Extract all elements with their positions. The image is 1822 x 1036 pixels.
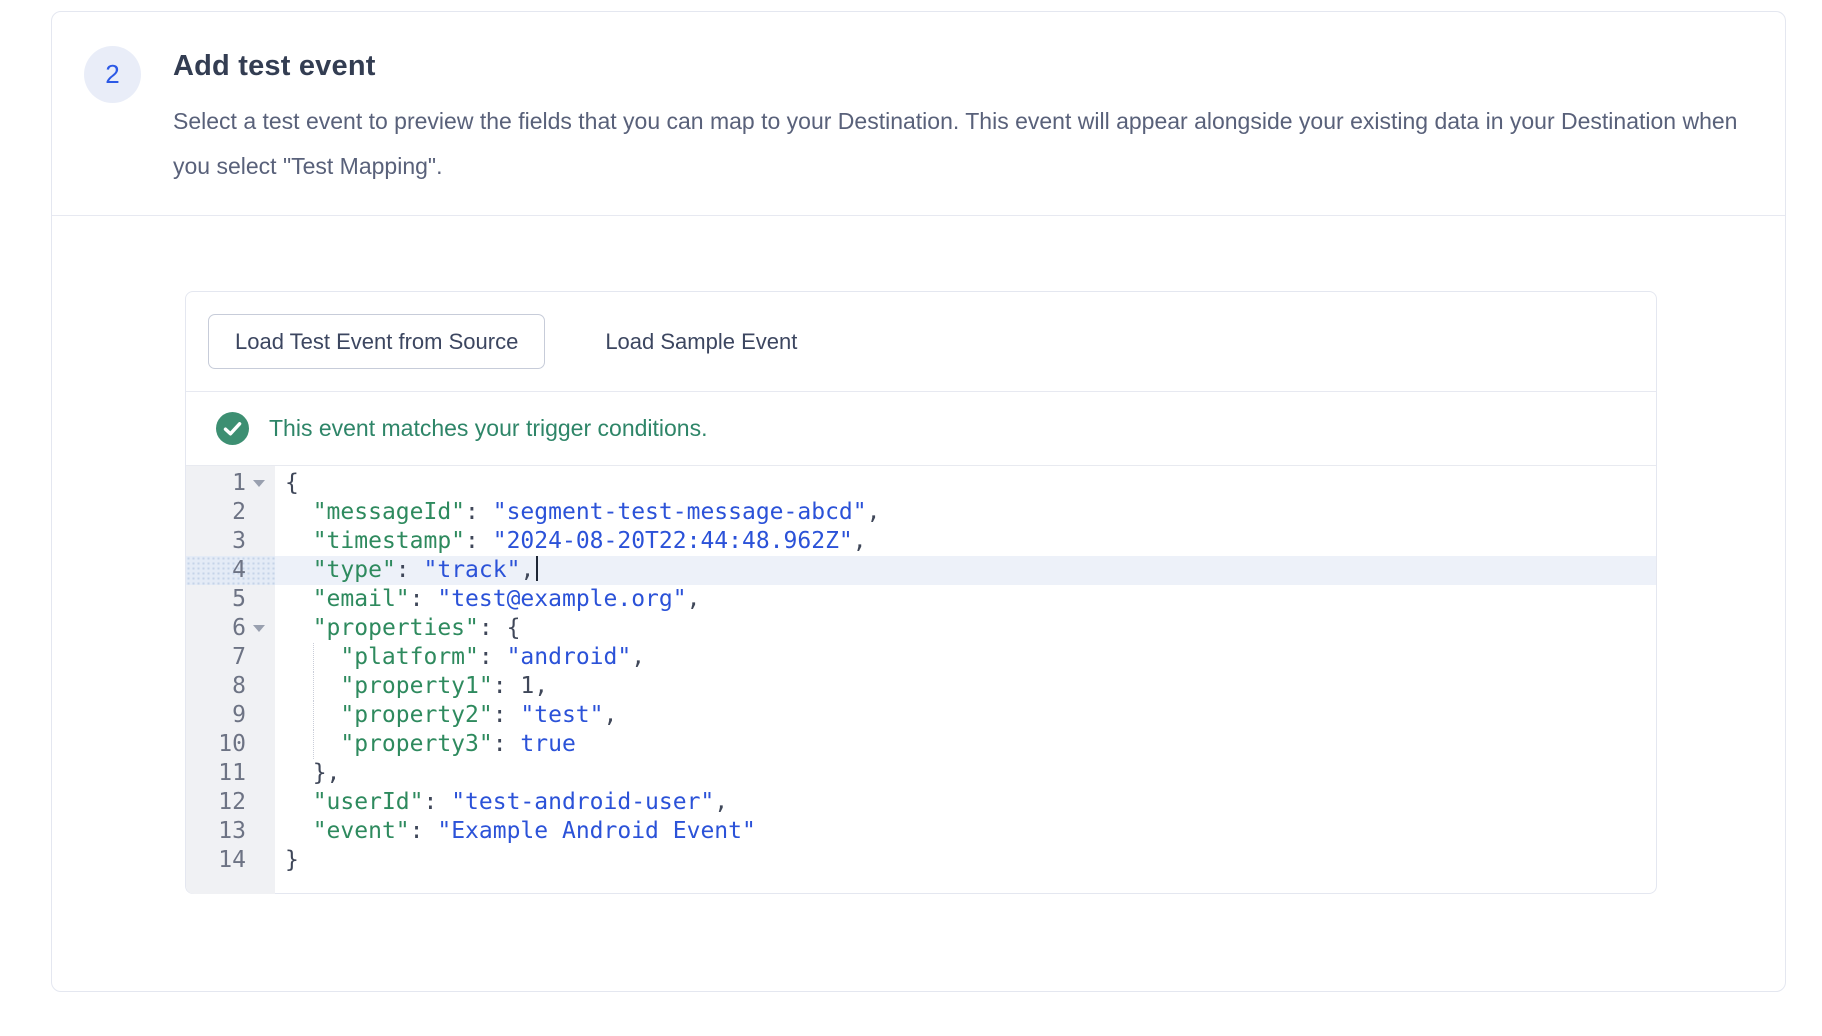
- code-line[interactable]: 3 "timestamp": "2024-08-20T22:44:48.962Z…: [186, 527, 1656, 556]
- gutter-cell: 4: [186, 556, 275, 585]
- caret-slot: [246, 701, 275, 730]
- gutter-cell: 8: [186, 672, 275, 701]
- caret-slot: [246, 527, 275, 556]
- caret-slot: [246, 614, 275, 643]
- line-number: 14: [186, 846, 246, 875]
- gutter-cell: 2: [186, 498, 275, 527]
- line-number: 13: [186, 817, 246, 846]
- code-lines: 1{2 "messageId": "segment-test-message-a…: [186, 466, 1656, 875]
- code-text: },: [275, 759, 1656, 788]
- line-number: 7: [186, 643, 246, 672]
- code-text: }: [275, 846, 1656, 875]
- caret-slot: [246, 643, 275, 672]
- line-number: 11: [186, 759, 246, 788]
- line-number: 2: [186, 498, 246, 527]
- indent-guide: [313, 643, 314, 672]
- line-number: 4: [186, 556, 246, 585]
- trigger-status-row: This event matches your trigger conditio…: [186, 392, 1656, 465]
- code-line[interactable]: 6 "properties": {: [186, 614, 1656, 643]
- indent-guide: [313, 701, 314, 730]
- check-circle-icon: [216, 412, 249, 445]
- code-line[interactable]: 9 "property2": "test",: [186, 701, 1656, 730]
- gutter-cell: 12: [186, 788, 275, 817]
- code-line[interactable]: 1{: [186, 469, 1656, 498]
- step-number-badge: 2: [84, 46, 141, 103]
- line-number: 1: [186, 469, 246, 498]
- code-text: "messageId": "segment-test-message-abcd"…: [275, 498, 1656, 527]
- code-line[interactable]: 2 "messageId": "segment-test-message-abc…: [186, 498, 1656, 527]
- caret-slot: [246, 730, 275, 759]
- gutter-cell: 11: [186, 759, 275, 788]
- step-header-text: Add test event Select a test event to pr…: [173, 42, 1739, 189]
- code-text: "platform": "android",: [275, 643, 1656, 672]
- code-text: "timestamp": "2024-08-20T22:44:48.962Z",: [275, 527, 1656, 556]
- caret-slot: [246, 817, 275, 846]
- line-number: 5: [186, 585, 246, 614]
- code-text: "property1": 1,: [275, 672, 1656, 701]
- step-description: Select a test event to preview the field…: [173, 99, 1739, 189]
- line-number: 3: [186, 527, 246, 556]
- code-text: "properties": {: [275, 614, 1656, 643]
- caret-slot: [246, 469, 275, 498]
- trigger-match-message: This event matches your trigger conditio…: [269, 415, 707, 442]
- line-number: 9: [186, 701, 246, 730]
- code-text: "property3": true: [275, 730, 1656, 759]
- code-line[interactable]: 4 "type": "track",: [186, 556, 1656, 585]
- gutter-cell: 6: [186, 614, 275, 643]
- gutter-cell: 10: [186, 730, 275, 759]
- load-sample-event-button[interactable]: Load Sample Event: [575, 329, 827, 355]
- caret-slot: [246, 556, 275, 585]
- event-source-toolbar: Load Test Event from Source Load Sample …: [186, 292, 1656, 392]
- test-event-panel: Load Test Event from Source Load Sample …: [185, 291, 1657, 894]
- code-text: {: [275, 469, 1656, 498]
- code-line[interactable]: 10 "property3": true: [186, 730, 1656, 759]
- caret-slot: [246, 846, 275, 875]
- code-text: "email": "test@example.org",: [275, 585, 1656, 614]
- step-header: 2 Add test event Select a test event to …: [52, 12, 1785, 216]
- gutter-cell: 13: [186, 817, 275, 846]
- code-line[interactable]: 5 "email": "test@example.org",: [186, 585, 1656, 614]
- code-text: "type": "track",: [275, 556, 1656, 585]
- line-number: 12: [186, 788, 246, 817]
- load-test-event-button[interactable]: Load Test Event from Source: [208, 314, 545, 369]
- caret-slot: [246, 788, 275, 817]
- code-text: "userId": "test-android-user",: [275, 788, 1656, 817]
- caret-slot: [246, 585, 275, 614]
- caret-slot: [246, 498, 275, 527]
- line-number: 10: [186, 730, 246, 759]
- code-line[interactable]: 13 "event": "Example Android Event": [186, 817, 1656, 846]
- code-line[interactable]: 14}: [186, 846, 1656, 875]
- gutter-cell: 9: [186, 701, 275, 730]
- json-code-editor[interactable]: 1{2 "messageId": "segment-test-message-a…: [186, 465, 1656, 894]
- fold-caret-icon[interactable]: [253, 480, 265, 487]
- fold-caret-icon[interactable]: [253, 625, 265, 632]
- code-text: "event": "Example Android Event": [275, 817, 1656, 846]
- page-title: Add test event: [173, 50, 1739, 83]
- code-text: "property2": "test",: [275, 701, 1656, 730]
- code-line[interactable]: 8 "property1": 1,: [186, 672, 1656, 701]
- text-cursor: [536, 556, 538, 581]
- line-number: 8: [186, 672, 246, 701]
- indent-guide: [313, 672, 314, 701]
- indent-guide: [313, 730, 314, 759]
- caret-slot: [246, 759, 275, 788]
- code-line[interactable]: 7 "platform": "android",: [186, 643, 1656, 672]
- caret-slot: [246, 672, 275, 701]
- step-body: Load Test Event from Source Load Sample …: [52, 216, 1785, 894]
- code-line[interactable]: 12 "userId": "test-android-user",: [186, 788, 1656, 817]
- gutter-cell: 3: [186, 527, 275, 556]
- code-line[interactable]: 11 },: [186, 759, 1656, 788]
- gutter-cell: 1: [186, 469, 275, 498]
- gutter-cell: 7: [186, 643, 275, 672]
- gutter-cell: 5: [186, 585, 275, 614]
- gutter-cell: 14: [186, 846, 275, 875]
- add-test-event-card: 2 Add test event Select a test event to …: [51, 11, 1786, 992]
- line-number: 6: [186, 614, 246, 643]
